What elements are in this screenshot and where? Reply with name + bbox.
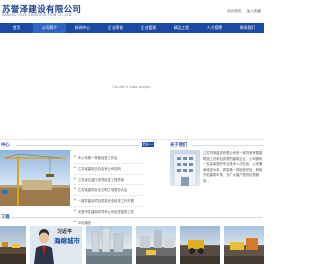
feature-caption-line1: 习近平 (57, 229, 73, 235)
project-photo-1[interactable] (0, 226, 26, 264)
about-divider (192, 145, 264, 146)
set-homepage-link[interactable]: 设为首页 (227, 9, 241, 13)
crane-image (0, 153, 70, 206)
main-nav: 首页 公司简介 新闻中心 企业荣誉 企业管理 精品工程 人才招聘 联系我们 (0, 23, 264, 33)
site-header: 苏誉泽建设有限公司 JIANGSU YUZE CONSTRUCTION CO.,… (0, 0, 264, 22)
project-image-3 (86, 227, 132, 264)
add-favorite-link[interactable]: 加入收藏 (247, 9, 261, 13)
project-photo-3[interactable] (86, 226, 132, 264)
project-image-feature (30, 226, 82, 264)
feature-caption-line2: 海绵城市 (54, 237, 80, 245)
plugin-error-message: Couldn't load plugin. (112, 84, 152, 89)
news-item[interactable]: 一建苏建设项目质量安全检查工作开展 (74, 196, 144, 207)
nav-item-management[interactable]: 企业管理 (132, 23, 165, 33)
project-photo-feature[interactable]: 习近平 海绵城市 (30, 226, 82, 264)
project-photo-5[interactable] (180, 226, 220, 264)
nav-item-home[interactable]: 首页 (0, 23, 33, 33)
nav-item-projects[interactable]: 精品工程 (165, 23, 198, 33)
project-image-5 (180, 240, 220, 264)
about-photo-building[interactable] (170, 150, 200, 186)
news-item[interactable]: 江苏省住建厅领导检查工程质量 (74, 175, 144, 186)
projects-divider (12, 217, 262, 218)
nav-item-news[interactable]: 新闻中心 (66, 23, 99, 33)
news-divider (16, 145, 140, 146)
about-section-title: 关于我们 (170, 143, 188, 148)
news-section-title: 中心 (1, 143, 10, 148)
news-photo-crane[interactable] (0, 150, 70, 206)
news-item[interactable]: 本公司第一季度经营工作会 (74, 153, 144, 164)
project-image-4 (136, 230, 176, 264)
building-image (173, 153, 197, 186)
project-image-6 (224, 238, 264, 264)
projects-strip: 习近平 海绵城市 (0, 226, 264, 264)
about-text: 江苏誉泽建设有限公司是一家具有房屋建筑施工总承包资质的建筑企业，公司拥有一支高素… (203, 151, 263, 183)
nav-item-honors[interactable]: 企业荣誉 (99, 23, 132, 33)
project-photo-4[interactable] (136, 226, 176, 264)
news-item[interactable]: 江苏省建筑安全文明工地表彰大会 (74, 185, 144, 197)
news-item[interactable]: 江苏省建筑业协会来公司调研 (74, 164, 144, 175)
nav-item-contact[interactable]: 联系我们 (231, 23, 264, 33)
projects-section-title: 工程 (1, 215, 10, 220)
top-links: 设为首页 加入收藏 (223, 9, 261, 14)
company-name-en: JIANGSU YUZE CONSTRUCTION CO.,LTD. (2, 13, 73, 17)
project-image-1 (0, 242, 26, 264)
nav-item-about[interactable]: 公司简介 (33, 23, 66, 33)
nav-item-jobs[interactable]: 人才招聘 (198, 23, 231, 33)
banner-area: Couldn't load plugin. (0, 33, 264, 140)
news-more-button[interactable]: 更多>> (142, 142, 154, 147)
project-photo-6[interactable] (224, 226, 264, 264)
